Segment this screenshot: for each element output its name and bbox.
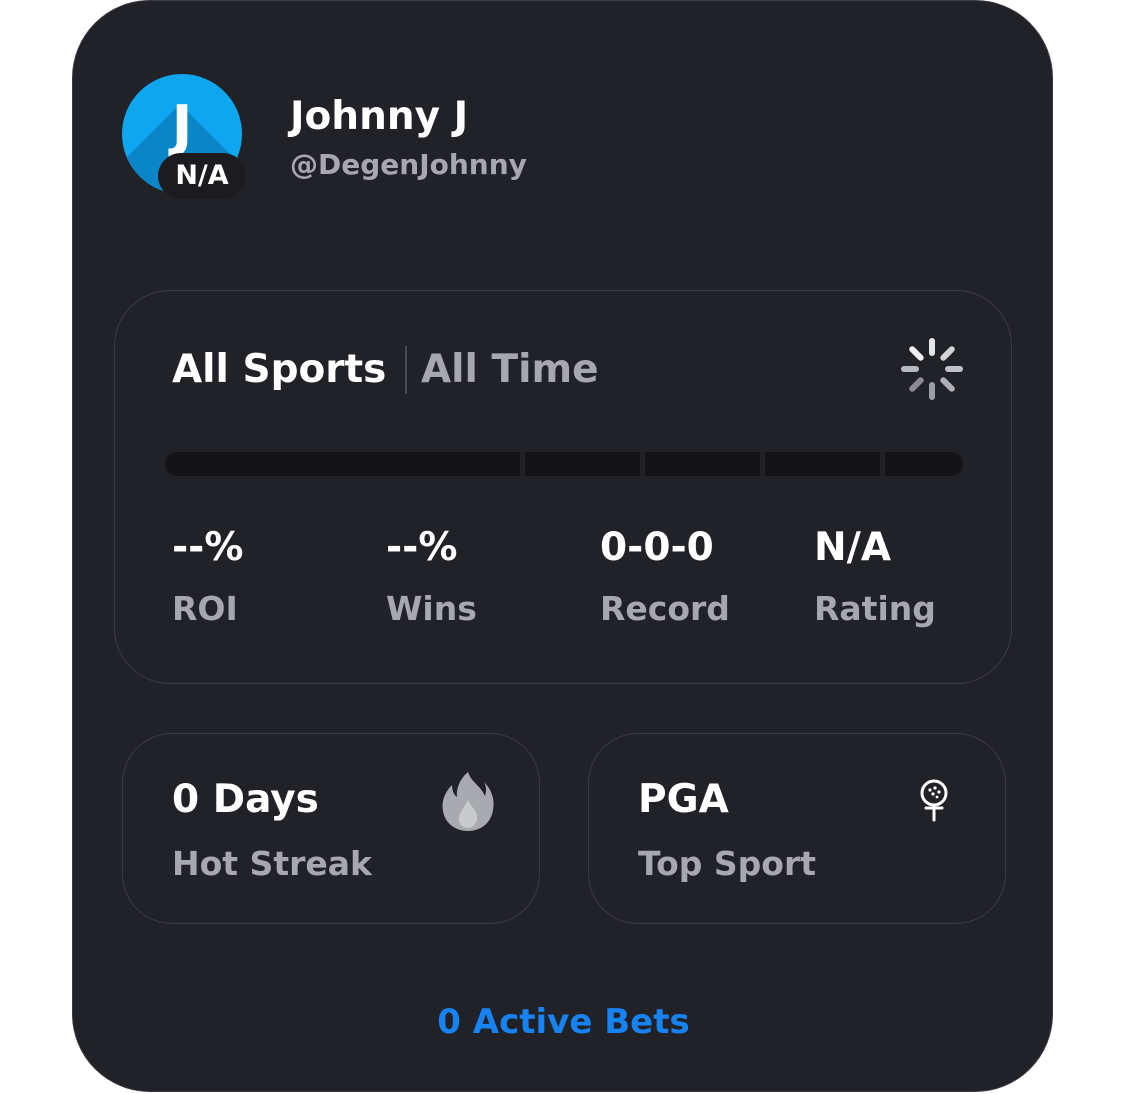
time-filter[interactable]: All Time [421, 345, 599, 395]
flame-icon [442, 772, 494, 831]
top-sport-label: Top Sport [638, 844, 817, 883]
progress-segment [645, 452, 760, 476]
spinner-icon [901, 338, 963, 400]
stat-label: Record [600, 589, 730, 628]
streak-value: 0 Days [172, 777, 319, 822]
sport-filter[interactable]: All Sports [172, 345, 386, 395]
stat-value: 0-0-0 [600, 525, 714, 570]
avatar-initial: J [171, 94, 193, 159]
progress-bar [165, 452, 965, 476]
streak-label: Hot Streak [172, 844, 372, 883]
stat-label: ROI [172, 589, 238, 628]
user-name: Johnny J [290, 94, 469, 139]
active-bets-link[interactable]: 0 Active Bets [73, 998, 1054, 1046]
progress-segment [165, 452, 520, 476]
stat-label: Wins [386, 589, 477, 628]
stats-panel: All Sports All Time --% ROI --% Wins 0-0… [114, 290, 1012, 684]
top-sport-card[interactable]: PGA Top Sport [588, 733, 1006, 924]
golf-ball-icon [920, 779, 948, 822]
hot-streak-card[interactable]: 0 Days Hot Streak [122, 733, 540, 924]
user-handle: @DegenJohnny [290, 148, 527, 181]
stat-value: --% [386, 525, 458, 570]
filter-divider [405, 346, 407, 394]
rating-badge: N/A [158, 153, 246, 199]
stat-value: --% [172, 525, 244, 570]
top-sport-value: PGA [638, 777, 729, 822]
stat-record: 0-0-0 Record [600, 523, 800, 631]
progress-segment [885, 452, 963, 476]
stat-roi: --% ROI [172, 523, 372, 631]
progress-segment [765, 452, 880, 476]
stat-value: N/A [814, 525, 892, 570]
progress-segment [525, 452, 640, 476]
stat-rating: N/A Rating [814, 523, 1014, 631]
stat-wins: --% Wins [386, 523, 586, 631]
profile-card: J N/A Johnny J @DegenJohnny All Sports A… [72, 0, 1053, 1092]
stat-label: Rating [814, 589, 936, 628]
